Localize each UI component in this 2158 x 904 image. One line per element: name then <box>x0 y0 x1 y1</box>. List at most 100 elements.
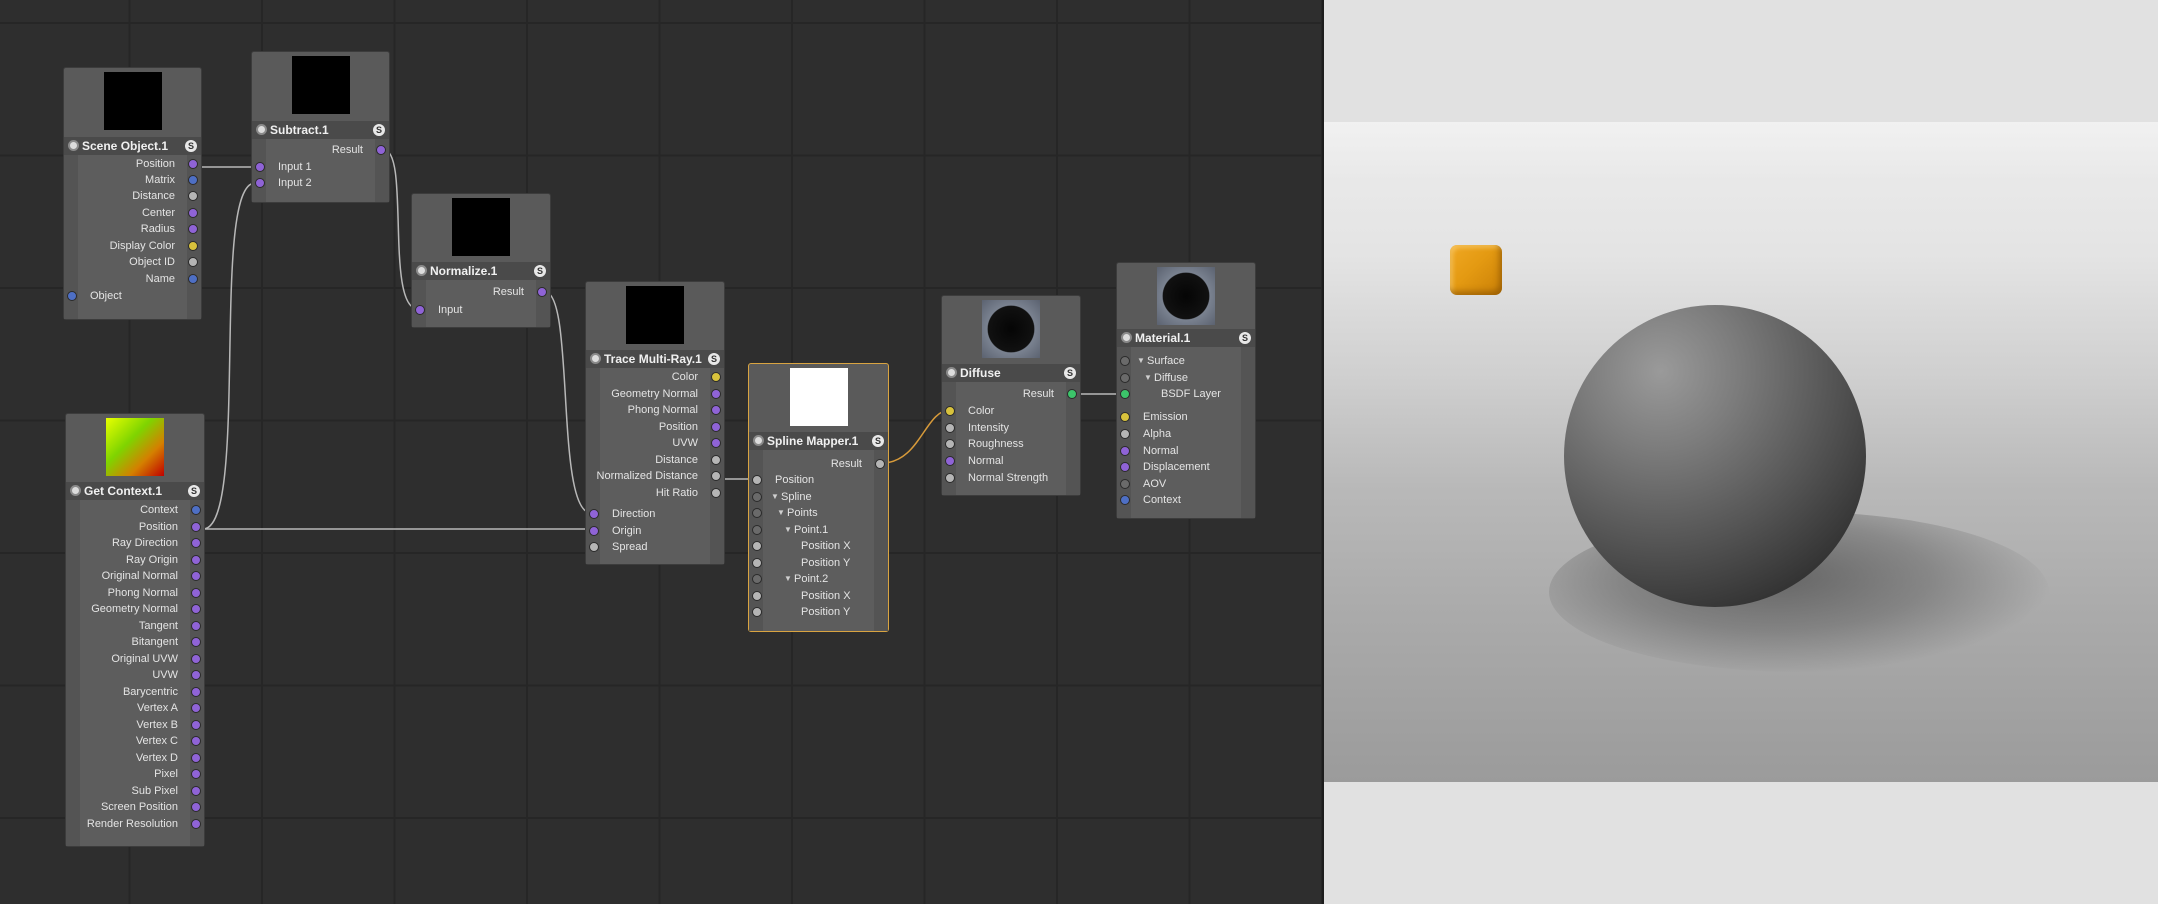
input-normal[interactable]: Normal <box>1117 443 1255 459</box>
node-get-context[interactable]: Get Context.1 S Context Position Ray Direc… <box>65 413 205 847</box>
output-radius[interactable]: Radius <box>64 221 201 237</box>
input-point-2[interactable]: ▼ Point.2 <box>749 571 888 587</box>
output-original-uvw[interactable]: Original UVW <box>66 651 204 667</box>
node-material[interactable]: Material.1 S ▼ Surface ▼ Diffuse BSDF Laye… <box>1116 262 1256 519</box>
node-subtract[interactable]: Subtract.1 S Result Input 1 Input 2 <box>251 51 390 203</box>
output-normalized-distance[interactable]: Normalized Distance <box>586 468 724 484</box>
node-header[interactable]: Scene Object.1 S <box>64 137 201 155</box>
output-original-normal[interactable]: Original Normal <box>66 568 204 584</box>
output-barycentric[interactable]: Barycentric <box>66 684 204 700</box>
output-pixel[interactable]: Pixel <box>66 766 204 782</box>
node-header[interactable]: Subtract.1 S <box>252 121 389 139</box>
port-icon <box>191 752 201 763</box>
output-hit-ratio[interactable]: Hit Ratio <box>586 485 724 501</box>
input-normal-strength[interactable]: Normal Strength <box>942 470 1080 486</box>
input-normal[interactable]: Normal <box>942 453 1080 469</box>
output-sub-pixel[interactable]: Sub Pixel <box>66 783 204 799</box>
output-name[interactable]: Name <box>64 271 201 287</box>
input-object[interactable]: Object <box>64 288 201 304</box>
node-header[interactable]: Normalize.1 S <box>412 262 550 280</box>
node-editor[interactable]: Scene Object.1 S Position Matrix Distanc… <box>0 0 1322 904</box>
node-header[interactable]: Material.1 S <box>1117 329 1255 347</box>
output-uvw[interactable]: UVW <box>66 667 204 683</box>
output-geometry-normal[interactable]: Geometry Normal <box>66 601 204 617</box>
input-context[interactable]: Context <box>1117 492 1255 508</box>
input-input-2[interactable]: Input 2 <box>252 175 389 191</box>
output-distance[interactable]: Distance <box>64 188 201 204</box>
output-position[interactable]: Position <box>64 156 201 172</box>
expand-arrow-icon[interactable]: ▼ <box>1137 353 1145 369</box>
output-ray-direction[interactable]: Ray Direction <box>66 535 204 551</box>
output-result[interactable]: Result <box>252 142 389 158</box>
port-icon <box>752 475 762 485</box>
port-icon <box>711 372 721 382</box>
input-points[interactable]: ▼ Points <box>749 505 888 521</box>
output-distance[interactable]: Distance <box>586 452 724 468</box>
input-direction[interactable]: Direction <box>586 506 724 522</box>
output-bitangent[interactable]: Bitangent <box>66 634 204 650</box>
input-point-2-position-y[interactable]: Position Y <box>749 604 888 620</box>
input-spread[interactable]: Spread <box>586 539 724 555</box>
output-vertex-c[interactable]: Vertex C <box>66 733 204 749</box>
input-diffuse[interactable]: ▼ Diffuse <box>1117 370 1255 386</box>
port-icon <box>711 471 721 481</box>
node-normalize[interactable]: Normalize.1 S Result Input <box>411 193 551 328</box>
expand-arrow-icon[interactable]: ▼ <box>1144 370 1152 386</box>
node-header[interactable]: Spline Mapper.1 S <box>749 432 888 450</box>
input-emission[interactable]: Emission <box>1117 409 1255 425</box>
input-spline[interactable]: ▼ Spline <box>749 489 888 505</box>
output-phong-normal[interactable]: Phong Normal <box>586 402 724 418</box>
output-matrix[interactable]: Matrix <box>64 172 201 188</box>
input-color[interactable]: Color <box>942 403 1080 419</box>
expand-arrow-icon[interactable]: ▼ <box>784 522 792 538</box>
output-position[interactable]: Position <box>66 519 204 535</box>
input-point-2-position-x[interactable]: Position X <box>749 588 888 604</box>
input-roughness[interactable]: Roughness <box>942 436 1080 452</box>
node-preview <box>452 198 510 256</box>
output-result[interactable]: Result <box>942 386 1080 402</box>
input-bsdf-layer[interactable]: BSDF Layer <box>1117 386 1255 402</box>
output-color[interactable]: Color <box>586 369 724 385</box>
input-input-1[interactable]: Input 1 <box>252 159 389 175</box>
output-phong-normal[interactable]: Phong Normal <box>66 585 204 601</box>
render-viewport[interactable] <box>1324 0 2158 904</box>
input-displacement[interactable]: Displacement <box>1117 459 1255 475</box>
node-header[interactable]: Get Context.1 S <box>66 482 204 500</box>
input-origin[interactable]: Origin <box>586 523 724 539</box>
output-display-color[interactable]: Display Color <box>64 238 201 254</box>
output-uvw[interactable]: UVW <box>586 435 724 451</box>
node-scene-object[interactable]: Scene Object.1 S Position Matrix Distanc… <box>63 67 202 320</box>
input-point-1[interactable]: ▼ Point.1 <box>749 522 888 538</box>
output-position[interactable]: Position <box>586 419 724 435</box>
expand-arrow-icon[interactable]: ▼ <box>777 505 785 521</box>
node-trace-multi-ray[interactable]: Trace Multi-Ray.1 S Color Geometry Normal… <box>585 281 725 565</box>
output-result[interactable]: Result <box>749 456 888 472</box>
input-input[interactable]: Input <box>412 302 550 318</box>
input-point-1-position-x[interactable]: Position X <box>749 538 888 554</box>
node-spline-mapper[interactable]: Spline Mapper.1 S Result Position ▼ Splin… <box>748 363 889 632</box>
expand-arrow-icon[interactable]: ▼ <box>771 489 779 505</box>
input-alpha[interactable]: Alpha <box>1117 426 1255 442</box>
output-vertex-a[interactable]: Vertex A <box>66 700 204 716</box>
output-ray-origin[interactable]: Ray Origin <box>66 552 204 568</box>
output-geometry-normal[interactable]: Geometry Normal <box>586 386 724 402</box>
output-context[interactable]: Context <box>66 502 204 518</box>
node-diffuse[interactable]: Diffuse S Result Color Intensity Roughne… <box>941 295 1081 496</box>
output-vertex-d[interactable]: Vertex D <box>66 750 204 766</box>
port-icon <box>1120 495 1130 505</box>
expand-arrow-icon[interactable]: ▼ <box>784 571 792 587</box>
output-center[interactable]: Center <box>64 205 201 221</box>
output-vertex-b[interactable]: Vertex B <box>66 717 204 733</box>
input-intensity[interactable]: Intensity <box>942 420 1080 436</box>
node-header[interactable]: Trace Multi-Ray.1 S <box>586 350 724 368</box>
output-tangent[interactable]: Tangent <box>66 618 204 634</box>
input-position[interactable]: Position <box>749 472 888 488</box>
output-object-id[interactable]: Object ID <box>64 254 201 270</box>
output-screen-position[interactable]: Screen Position <box>66 799 204 815</box>
output-render-resolution[interactable]: Render Resolution <box>66 816 204 832</box>
input-point-1-position-y[interactable]: Position Y <box>749 555 888 571</box>
output-result[interactable]: Result <box>412 284 550 300</box>
input-surface[interactable]: ▼ Surface <box>1117 353 1255 369</box>
node-header[interactable]: Diffuse S <box>942 364 1080 382</box>
input-aov[interactable]: AOV <box>1117 476 1255 492</box>
